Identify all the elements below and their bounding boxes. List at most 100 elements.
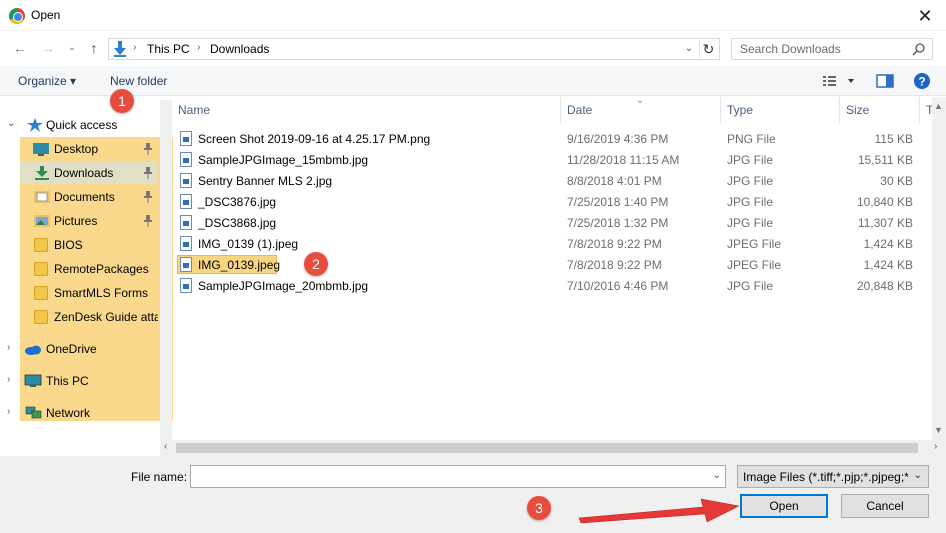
- file-size: 20,848 KB: [856, 279, 913, 293]
- file-size: 30 KB: [880, 174, 913, 188]
- scroll-right-icon[interactable]: ›: [934, 441, 937, 452]
- pin-icon[interactable]: [143, 167, 153, 179]
- sidebar-item-pictures[interactable]: Pictures: [0, 210, 172, 232]
- breadcrumb-downloads[interactable]: Downloads: [210, 42, 269, 56]
- network-icon: [25, 406, 42, 419]
- open-button[interactable]: Open: [740, 494, 828, 518]
- refresh-icon[interactable]: ↻: [699, 40, 717, 58]
- file-row[interactable]: Screen Shot 2019-09-16 at 4.25.17 PM.png…: [172, 128, 917, 149]
- file-list-horizontal-scrollbar[interactable]: ‹ ›: [160, 440, 946, 456]
- file-row[interactable]: _DSC3876.jpg 7/25/2018 1:40 PM JPG File …: [172, 191, 917, 212]
- file-size: 11,307 KB: [857, 216, 913, 230]
- column-header-label: Size: [846, 103, 870, 117]
- sidebar-item-desktop[interactable]: Desktop: [0, 138, 172, 160]
- close-icon[interactable]: ✕: [914, 5, 936, 27]
- file-date: 8/8/2018 4:01 PM: [567, 174, 662, 188]
- file-name-input[interactable]: ⌄: [190, 465, 726, 488]
- search-box[interactable]: Search Downloads: [731, 38, 933, 60]
- expand-chevron-icon[interactable]: ⌄: [7, 118, 15, 129]
- file-name: IMG_0139.jpeg: [198, 258, 281, 272]
- file-row[interactable]: IMG_0139 (1).jpeg 7/8/2018 9:22 PM JPEG …: [172, 233, 917, 254]
- sidebar-item-downloads[interactable]: Downloads: [0, 162, 172, 184]
- file-name: SampleJPGImage_15mbmb.jpg: [198, 153, 369, 167]
- file-row[interactable]: Sentry Banner MLS 2.jpg 8/8/2018 4:01 PM…: [172, 170, 917, 191]
- annotation-arrow-icon: [578, 498, 740, 524]
- column-header-label: Date: [567, 103, 593, 117]
- new-folder-button[interactable]: New folder: [110, 74, 167, 88]
- sidebar-item-network[interactable]: › Network: [0, 402, 172, 424]
- image-file-icon: [180, 215, 192, 230]
- file-date: 9/16/2019 4:36 PM: [567, 132, 669, 146]
- back-arrow-icon[interactable]: ←: [12, 40, 28, 56]
- pin-icon[interactable]: [143, 215, 153, 227]
- pin-icon[interactable]: [143, 191, 153, 203]
- sidebar-item-zendesk-guide[interactable]: ZenDesk Guide atta: [0, 306, 172, 328]
- image-file-icon: [180, 194, 192, 209]
- sidebar-item-quick-access[interactable]: ⌄ Quick access: [0, 114, 172, 136]
- address-bar[interactable]: › This PC › Downloads ⌄ ↻: [108, 38, 720, 60]
- image-file-icon: [180, 236, 192, 251]
- file-type: JPEG File: [727, 258, 782, 272]
- file-type-filter[interactable]: Image Files (*.tiff;*.pjp;*.pjpeg;* ⌄: [737, 465, 929, 488]
- forward-arrow-icon[interactable]: →: [40, 40, 56, 56]
- sidebar-item-label: This PC: [46, 374, 89, 388]
- navigation-pane-scrollbar[interactable]: [160, 100, 172, 456]
- breadcrumb-this-pc[interactable]: This PC: [147, 42, 190, 56]
- column-header-name[interactable]: Name: [172, 97, 561, 123]
- expand-chevron-icon[interactable]: ›: [7, 374, 10, 385]
- folder-icon: [34, 262, 48, 276]
- help-icon[interactable]: ?: [913, 72, 931, 90]
- file-row[interactable]: SampleJPGImage_15mbmb.jpg 11/28/2018 11:…: [172, 149, 917, 170]
- file-type-filter-value: Image Files (*.tiff;*.pjp;*.pjpeg;*: [743, 470, 908, 484]
- pin-icon[interactable]: [143, 143, 153, 155]
- sidebar-item-this-pc[interactable]: › This PC: [0, 370, 172, 392]
- chevron-down-icon[interactable]: ⌄: [914, 470, 922, 481]
- sidebar-item-documents[interactable]: Documents: [0, 186, 172, 208]
- expand-chevron-icon[interactable]: ›: [7, 342, 10, 353]
- annotation-badge-3: 3: [527, 496, 551, 520]
- sidebar-item-label: Quick access: [46, 118, 118, 132]
- file-size: 1,424 KB: [863, 237, 913, 251]
- organize-button[interactable]: Organize ▾: [18, 74, 76, 88]
- scrollbar-thumb[interactable]: [176, 443, 918, 453]
- file-date: 7/10/2016 4:46 PM: [567, 279, 669, 293]
- file-row-highlighted[interactable]: IMG_0139.jpeg 7/8/2018 9:22 PM JPEG File…: [172, 254, 917, 275]
- annotation-badge-1: 1: [110, 89, 134, 113]
- sidebar-item-remotepackages[interactable]: RemotePackages: [0, 258, 172, 280]
- file-row[interactable]: SampleJPGImage_20mbmb.jpg 7/10/2016 4:46…: [172, 275, 917, 296]
- sidebar-item-bios[interactable]: BIOS: [0, 234, 172, 256]
- sidebar-item-label: BIOS: [54, 238, 83, 252]
- computer-icon: [24, 374, 42, 387]
- scroll-left-icon[interactable]: ‹: [164, 441, 167, 452]
- file-list-vertical-scrollbar[interactable]: ▲ ▼: [932, 97, 946, 440]
- chevron-down-icon[interactable]: ⌄: [713, 470, 721, 481]
- column-header-date[interactable]: Date: [561, 97, 721, 123]
- recent-locations-chevron-icon[interactable]: ⌄: [64, 40, 80, 56]
- sidebar-item-smartmls-forms[interactable]: SmartMLS Forms: [0, 282, 172, 304]
- file-date: 7/25/2018 1:40 PM: [567, 195, 669, 209]
- search-icon: [912, 43, 925, 56]
- sidebar-item-onedrive[interactable]: › OneDrive: [0, 338, 172, 360]
- preview-pane-icon[interactable]: [876, 72, 894, 90]
- file-row[interactable]: _DSC3868.jpg 7/25/2018 1:32 PM JPG File …: [172, 212, 917, 233]
- change-view-icon[interactable]: [822, 72, 856, 90]
- file-type: JPEG File: [727, 237, 782, 251]
- navigation-pane: ⌄ Quick access Desktop Downloads Documen…: [0, 97, 173, 455]
- column-header-size[interactable]: Size: [840, 97, 920, 123]
- scroll-up-icon[interactable]: ▲: [934, 101, 943, 111]
- column-header-type[interactable]: Type: [721, 97, 840, 123]
- chrome-icon: [9, 8, 25, 24]
- image-file-icon: [180, 152, 192, 167]
- cancel-button[interactable]: Cancel: [841, 494, 929, 518]
- file-type: JPG File: [727, 153, 774, 167]
- image-file-icon: [180, 131, 192, 146]
- breadcrumb-separator: ›: [197, 42, 201, 53]
- address-dropdown-icon[interactable]: ⌄: [681, 41, 697, 57]
- up-arrow-icon[interactable]: ↑: [86, 40, 102, 56]
- file-size: 1,424 KB: [863, 258, 913, 272]
- pictures-icon: [34, 215, 50, 227]
- star-icon: [27, 118, 43, 132]
- sidebar-item-label: RemotePackages: [54, 262, 149, 276]
- scroll-down-icon[interactable]: ▼: [934, 425, 943, 435]
- expand-chevron-icon[interactable]: ›: [7, 406, 10, 417]
